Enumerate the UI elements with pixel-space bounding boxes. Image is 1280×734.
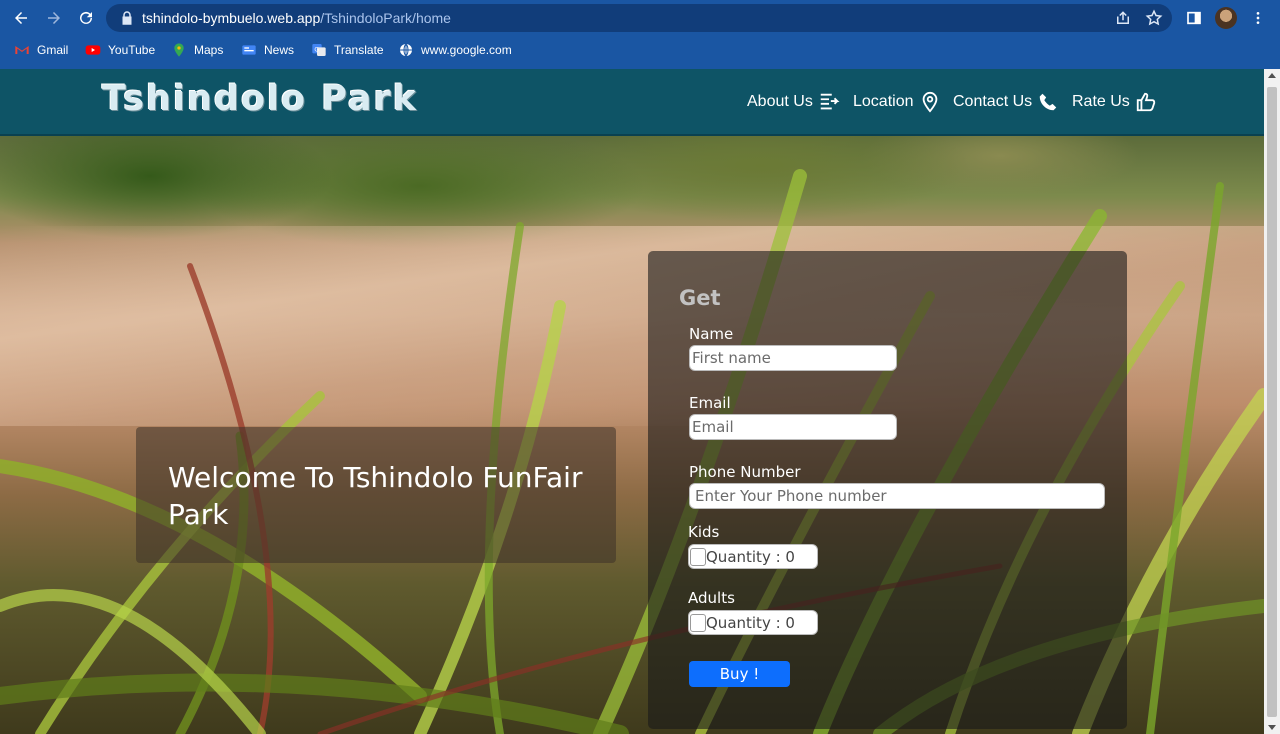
email-label: Email <box>689 394 731 412</box>
share-icon[interactable] <box>1114 9 1132 27</box>
welcome-card: Welcome To Tshindolo FunFair Park <box>136 427 616 563</box>
bookmark-news[interactable]: News <box>241 41 294 59</box>
back-button[interactable] <box>9 6 33 30</box>
bookmarks-bar: Gmail YouTube Maps News G Translate www.… <box>0 36 1280 64</box>
kids-checkbox[interactable] <box>690 548 706 566</box>
ticket-form: Get Name Email Phone Number Kids Quantit… <box>648 251 1127 729</box>
nav-rate-us[interactable]: Rate Us <box>1072 87 1157 117</box>
document-arrow-icon <box>820 93 840 110</box>
welcome-heading: Welcome To Tshindolo FunFair Park <box>168 461 583 531</box>
nav-label: Contact Us <box>953 93 1033 110</box>
maps-icon <box>174 43 184 57</box>
nav-contact-us[interactable]: Contact Us <box>953 87 1059 117</box>
email-input[interactable] <box>689 414 897 440</box>
news-icon <box>242 45 256 55</box>
map-pin-icon <box>922 91 937 113</box>
scroll-thumb[interactable] <box>1267 87 1277 717</box>
adults-label: Adults <box>688 589 735 607</box>
name-label: Name <box>689 325 734 343</box>
bookmark-label: Translate <box>334 43 384 57</box>
forward-arrow-icon <box>48 12 60 24</box>
star-bookmark-icon[interactable] <box>1145 9 1163 27</box>
lock-icon <box>122 11 132 25</box>
bookmark-translate[interactable]: G Translate <box>311 41 384 59</box>
bookmark-label: Gmail <box>37 43 69 57</box>
page-viewport: Tshindolo Park About Us Location Contact… <box>0 69 1264 734</box>
page-scrollbar[interactable] <box>1264 69 1280 734</box>
reload-icon <box>80 11 92 24</box>
menu-button[interactable] <box>1246 6 1270 30</box>
phone-icon <box>1039 93 1057 111</box>
site-logo[interactable]: Tshindolo Park <box>102 79 418 119</box>
browser-frame: tshindolo-bymbuelo.web.app/TshindoloPark… <box>0 0 1280 69</box>
bookmark-label: News <box>264 43 295 57</box>
form-heading: Get <box>679 286 721 310</box>
forward-button[interactable] <box>42 6 66 30</box>
thumbs-up-icon <box>1136 92 1155 112</box>
profile-avatar[interactable] <box>1215 7 1237 29</box>
kids-quantity-value: Quantity : 0 <box>706 548 795 566</box>
url-text: tshindolo-bymbuelo.web.app/TshindoloPark… <box>142 10 451 26</box>
youtube-icon <box>85 45 101 55</box>
kids-quantity-field[interactable]: Quantity : 0 <box>688 544 818 569</box>
phone-label: Phone Number <box>689 463 801 481</box>
browser-toolbar: tshindolo-bymbuelo.web.app/TshindoloPark… <box>0 0 1280 36</box>
globe-icon <box>400 43 412 57</box>
bookmark-label: www.google.com <box>421 43 512 57</box>
bookmark-label: Maps <box>194 43 224 57</box>
bookmark-gmail[interactable]: Gmail <box>14 41 68 59</box>
side-panel-button[interactable] <box>1182 6 1206 30</box>
scroll-up-arrow-icon[interactable] <box>1268 73 1276 78</box>
translate-icon: G <box>312 44 326 56</box>
phone-input[interactable] <box>689 483 1105 509</box>
bookmark-youtube[interactable]: YouTube <box>85 41 155 59</box>
bookmark-google[interactable]: www.google.com <box>398 41 512 59</box>
nav-location[interactable]: Location <box>853 87 941 117</box>
svg-text:G: G <box>314 46 319 53</box>
gmail-icon <box>15 46 29 54</box>
bookmark-label: YouTube <box>108 43 156 57</box>
kids-label: Kids <box>688 523 720 541</box>
nav-label: Rate Us <box>1072 93 1130 110</box>
url-path: /TshindoloPark/home <box>320 10 451 26</box>
reload-button[interactable] <box>74 6 98 30</box>
url-host: tshindolo-bymbuelo.web.app <box>142 10 321 26</box>
scroll-down-arrow-icon[interactable] <box>1268 725 1276 730</box>
nav-label: Location <box>853 93 914 110</box>
adults-checkbox[interactable] <box>690 614 706 632</box>
adults-quantity-field[interactable]: Quantity : 0 <box>688 610 818 635</box>
site-header: Tshindolo Park About Us Location Contact… <box>0 69 1264 136</box>
address-bar[interactable]: tshindolo-bymbuelo.web.app/TshindoloPark… <box>106 4 1172 32</box>
nav-about-us[interactable]: About Us <box>747 87 840 117</box>
adults-quantity-value: Quantity : 0 <box>706 614 795 632</box>
hero-background: Welcome To Tshindolo FunFair Park Get Na… <box>0 136 1264 734</box>
first-name-input[interactable] <box>689 345 897 371</box>
side-panel-icon <box>1187 11 1201 25</box>
nav-label: About Us <box>747 93 813 110</box>
kebab-menu-icon <box>1256 12 1260 24</box>
buy-button[interactable]: Buy ! <box>689 661 790 687</box>
bookmark-maps[interactable]: Maps <box>171 41 223 59</box>
back-arrow-icon <box>15 12 27 24</box>
